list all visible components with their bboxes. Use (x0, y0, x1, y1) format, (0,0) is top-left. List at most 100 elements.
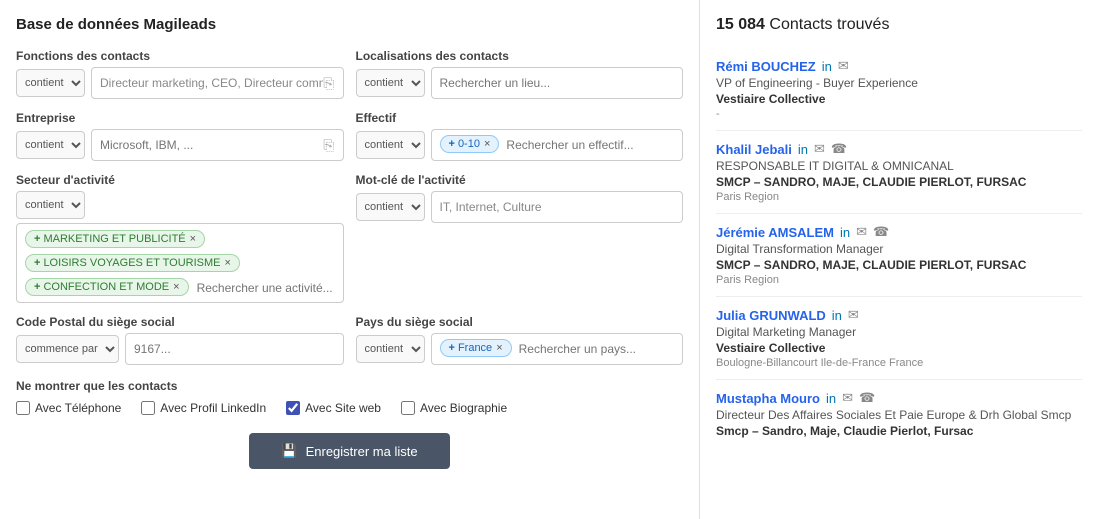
contact-card: Mustapha Mouro in ✉ ☎ Directeur Des Affair… (716, 380, 1082, 450)
results-title: 15 084 Contacts trouvés (716, 16, 1082, 34)
contact-location: Paris Region (716, 274, 1082, 286)
pays-label: Pays du siège social (356, 315, 684, 329)
page-title: Base de données Magileads (16, 16, 683, 33)
avec-linkedin-label: Avec Profil LinkedIn (160, 401, 266, 415)
register-button-wrap: 💾 Enregistrer ma liste (16, 433, 683, 469)
linkedin-icon: in (826, 391, 836, 406)
mail-icon: ✉ (842, 390, 853, 406)
entreprise-copy-icon[interactable]: ⎘ (323, 137, 334, 154)
phone-icon: ☎ (873, 224, 889, 240)
results-count: 15 084 (716, 16, 765, 33)
pays-input[interactable] (519, 342, 674, 356)
entreprise-condition-select[interactable]: contient (16, 131, 85, 159)
contact-name[interactable]: Khalil Jebali (716, 142, 792, 157)
linkedin-icon: in (798, 142, 808, 157)
contact-name[interactable]: Rémi BOUCHEZ (716, 59, 816, 74)
contact-role: Digital Transformation Manager (716, 242, 1082, 256)
contact-name-row: Mustapha Mouro in ✉ ☎ (716, 390, 1082, 406)
effectif-tag: + 0-10 × (440, 135, 500, 153)
contact-card: Julia GRUNWALD in✉ Digital Marketing Man… (716, 297, 1082, 380)
avec-biographie-checkbox[interactable] (401, 401, 415, 415)
pays-tag: + France × (440, 339, 512, 357)
contact-company: Smcp – Sandro, Maje, Claudie Pierlot, Fu… (716, 424, 1082, 438)
codepostal-condition-select[interactable]: commence par (16, 335, 119, 363)
avec-linkedin-item[interactable]: Avec Profil LinkedIn (141, 401, 266, 415)
pays-tag-remove[interactable]: × (496, 342, 502, 354)
contact-company: Vestiaire Collective (716, 92, 1082, 106)
contact-role: Directeur Des Affaires Sociales Et Paie … (716, 408, 1082, 422)
localisations-label: Localisations des contacts (356, 49, 684, 63)
avec-linkedin-checkbox[interactable] (141, 401, 155, 415)
phone-icon: ☎ (831, 141, 847, 157)
motcle-input[interactable] (440, 200, 675, 214)
contact-company: SMCP – SANDRO, MAJE, CLAUDIE PIERLOT, FU… (716, 258, 1082, 272)
avec-telephone-label: Avec Téléphone (35, 401, 121, 415)
contact-name-row: Jérémie AMSALEM in ✉ ☎ (716, 224, 1082, 240)
localisations-input[interactable] (440, 76, 675, 90)
contact-role: VP of Engineering - Buyer Experience (716, 76, 1082, 90)
avec-siteweb-checkbox[interactable] (286, 401, 300, 415)
contact-role: RESPONSABLE IT DIGITAL & OMNICANAL (716, 159, 1082, 173)
secteur-tag-marketing-remove[interactable]: × (190, 233, 196, 245)
effectif-input[interactable] (506, 138, 674, 152)
motcle-label: Mot-clé de l'activité (356, 173, 684, 187)
checkbox-row: Avec Téléphone Avec Profil LinkedIn Avec… (16, 401, 683, 415)
avec-siteweb-item[interactable]: Avec Site web (286, 401, 381, 415)
codepostal-label: Code Postal du siège social (16, 315, 344, 329)
linkedin-icon: in (832, 308, 842, 323)
mail-icon: ✉ (856, 224, 867, 240)
entreprise-label: Entreprise (16, 111, 344, 125)
secteur-tag-loisirs: + LOISIRS VOYAGES ET TOURISME × (25, 254, 240, 272)
secteur-label: Secteur d'activité (16, 173, 344, 187)
contact-company: Vestiaire Collective (716, 341, 1082, 355)
contact-name[interactable]: Jérémie AMSALEM (716, 225, 834, 240)
effectif-condition-select[interactable]: contient (356, 131, 425, 159)
contact-location: - (716, 108, 1082, 120)
phone-icon: ☎ (859, 390, 875, 406)
codepostal-input[interactable] (134, 342, 335, 356)
secteur-input[interactable] (197, 281, 335, 295)
localisations-condition-select[interactable]: contient (356, 69, 425, 97)
secteur-tag-marketing: + MARKETING ET PUBLICITÉ × (25, 230, 205, 248)
fonctions-label: Fonctions des contacts (16, 49, 344, 63)
avec-biographie-item[interactable]: Avec Biographie (401, 401, 507, 415)
avec-siteweb-label: Avec Site web (305, 401, 381, 415)
mail-icon: ✉ (814, 141, 825, 157)
effectif-tag-remove[interactable]: × (484, 138, 490, 150)
fonctions-copy-icon[interactable]: ⎘ (323, 75, 334, 92)
contact-card: Khalil Jebali in ✉ ☎ RESPONSABLE IT DIGITA… (716, 131, 1082, 214)
contact-name[interactable]: Mustapha Mouro (716, 391, 820, 406)
secteur-tags: + MARKETING ET PUBLICITÉ × + LOISIRS VOY… (25, 230, 335, 298)
motcle-condition-select[interactable]: contient (356, 193, 425, 221)
secteur-tag-confection-remove[interactable]: × (173, 281, 179, 293)
contact-card: Jérémie AMSALEM in ✉ ☎ Digital Transformat… (716, 214, 1082, 297)
results-label: Contacts trouvés (769, 16, 889, 33)
linkedin-icon: in (840, 225, 850, 240)
register-icon: 💾 (281, 443, 297, 459)
avec-telephone-checkbox[interactable] (16, 401, 30, 415)
fonctions-condition-select[interactable]: contient (16, 69, 85, 97)
contacts-list: Rémi BOUCHEZ in ✉ VP of Engineering - Buy… (716, 48, 1082, 450)
contact-name-row: Julia GRUNWALD in ✉ (716, 307, 1082, 323)
effectif-label: Effectif (356, 111, 684, 125)
contact-company: SMCP – SANDRO, MAJE, CLAUDIE PIERLOT, FU… (716, 175, 1082, 189)
contact-location: Paris Region (716, 191, 1082, 203)
mail-icon: ✉ (848, 307, 859, 323)
ne-montrer-label: Ne montrer que les contacts (16, 379, 683, 393)
pays-condition-select[interactable]: contient (356, 335, 425, 363)
secteur-condition-select[interactable]: contient (16, 191, 85, 219)
fonctions-input[interactable] (100, 76, 323, 90)
entreprise-input[interactable] (100, 138, 323, 152)
secteur-tag-confection: + CONFECTION ET MODE × (25, 278, 189, 296)
contact-name[interactable]: Julia GRUNWALD (716, 308, 826, 323)
secteur-tag-loisirs-remove[interactable]: × (225, 257, 231, 269)
contact-card: Rémi BOUCHEZ in ✉ VP of Engineering - Buy… (716, 48, 1082, 131)
avec-telephone-item[interactable]: Avec Téléphone (16, 401, 121, 415)
contact-location: Boulogne-Billancourt Ile-de-France Franc… (716, 357, 1082, 369)
mail-icon: ✉ (838, 58, 849, 74)
linkedin-icon: in (822, 59, 832, 74)
register-label: Enregistrer ma liste (306, 444, 418, 459)
contact-name-row: Khalil Jebali in ✉ ☎ (716, 141, 1082, 157)
register-button[interactable]: 💾 Enregistrer ma liste (249, 433, 449, 469)
avec-biographie-label: Avec Biographie (420, 401, 507, 415)
